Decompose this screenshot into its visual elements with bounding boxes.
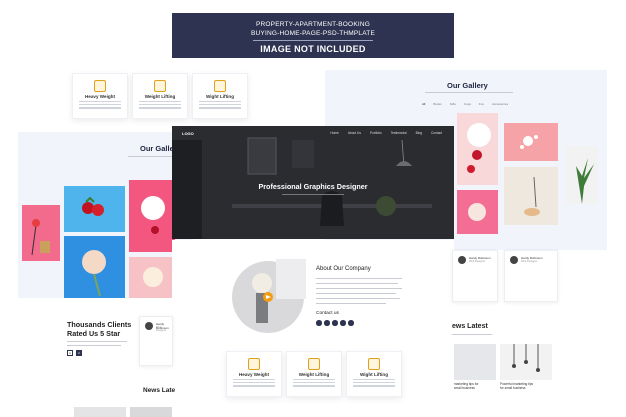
tab-accessories[interactable]: Accessories xyxy=(492,102,508,106)
testimonial-role: Web Designer xyxy=(156,326,167,332)
gallery-photo[interactable] xyxy=(64,186,125,232)
service-card-wight[interactable]: Wight Lifting xyxy=(192,73,248,119)
contact-label: Contact us xyxy=(316,311,339,316)
news-title-left: News Late xyxy=(143,387,176,394)
dumbbell-icon xyxy=(94,80,106,92)
testimonials-heading: Thousands Clients Rated Us 5 Star xyxy=(67,320,131,338)
news-photo[interactable] xyxy=(454,344,496,380)
nav-home[interactable]: Home xyxy=(330,131,339,135)
about-section xyxy=(172,240,454,348)
banner-line-1: PROPERTY-APARTMENT-BOOKING xyxy=(255,21,371,28)
facebook-icon[interactable] xyxy=(316,320,322,326)
twitter-icon[interactable] xyxy=(324,320,330,326)
gallery-tabs: All Books Gifts Cups Fox Accessories xyxy=(422,102,508,106)
news-caption: marketing tips for small business xyxy=(454,382,479,390)
gallery-photo[interactable] xyxy=(566,146,598,204)
banner-line-2: BUYING-HOME-PAGE-PSD-THMPLATE xyxy=(250,30,375,37)
service-card-heavy[interactable]: Heavy Weight xyxy=(72,73,128,119)
hero-subtitle-line xyxy=(282,194,344,196)
dumbbell-icon xyxy=(248,358,260,370)
instagram-icon[interactable] xyxy=(332,320,338,326)
linkedin-icon[interactable] xyxy=(340,320,346,326)
tab-all[interactable]: All xyxy=(422,102,425,106)
tab-books[interactable]: Books xyxy=(433,102,441,106)
youtube-icon[interactable] xyxy=(348,320,354,326)
avatar xyxy=(145,322,153,330)
gallery-title-left: Our Galle xyxy=(140,144,174,153)
gallery-photo[interactable] xyxy=(22,205,60,261)
title-banner: PROPERTY-APARTMENT-BOOKING BUYING-HOME-P… xyxy=(172,13,454,58)
service-card-lifting[interactable]: Weight Lifting xyxy=(132,73,188,119)
avatar xyxy=(510,256,518,264)
news-photo[interactable] xyxy=(500,344,552,380)
testimonial-role: Web Designer xyxy=(469,260,486,263)
testimonial-card: Hardy Robinson Web Designer xyxy=(452,250,498,302)
banner-divider xyxy=(253,40,373,41)
barbell-icon xyxy=(368,358,380,370)
template-preview-canvas: PROPERTY-APARTMENT-BOOKING BUYING-HOME-P… xyxy=(0,0,626,417)
service-title: Heavy Weight xyxy=(238,372,270,377)
pager-1[interactable]: 1 xyxy=(67,350,73,356)
service-title: Weight Lifting xyxy=(144,94,176,99)
gallery-photo[interactable] xyxy=(64,236,125,298)
hero-section: LOGO Home About Us Portfolio Testimonial… xyxy=(172,126,454,239)
news-photo[interactable] xyxy=(130,407,172,417)
gallery-photo[interactable] xyxy=(504,167,558,225)
nav-blog[interactable]: Blog xyxy=(416,131,422,135)
barbell-icon xyxy=(214,80,226,92)
hero-headline: Professional Graphics Designer xyxy=(258,182,368,191)
nav-about[interactable]: About Us xyxy=(348,131,361,135)
hero-nav: LOGO Home About Us Portfolio Testimonial… xyxy=(172,126,454,140)
nav-portfolio[interactable]: Portfolio xyxy=(370,131,382,135)
testimonial-role: Web Designer xyxy=(521,260,538,263)
gallery-title-right: Our Gallery xyxy=(447,81,488,90)
weight-icon xyxy=(154,80,166,92)
gallery-photo[interactable] xyxy=(457,113,498,185)
gallery-photo[interactable] xyxy=(457,190,498,234)
nav-contact[interactable]: Contact xyxy=(431,131,442,135)
site-logo[interactable]: LOGO xyxy=(182,131,194,136)
gallery-photo[interactable] xyxy=(129,180,175,252)
service-card-wight[interactable]: Wight Lifting xyxy=(346,351,402,397)
service-title: Heavy Weight xyxy=(84,94,116,99)
tab-fox[interactable]: Fox xyxy=(479,102,484,106)
service-title: Wight Lifting xyxy=(359,372,389,377)
nav-testimonial[interactable]: Testimonial xyxy=(391,131,407,135)
testimonials-heading-line2: Rated Us 5 Star xyxy=(67,329,121,338)
testimonial-card: Hardy Robinson Web Designer xyxy=(504,250,558,302)
avatar xyxy=(458,256,466,264)
testimonial-card: Hardy Robinson Web Designer xyxy=(139,316,173,366)
service-title: Wight Lifting xyxy=(205,94,235,99)
gallery-photo[interactable] xyxy=(504,123,558,161)
service-card-lifting[interactable]: Weight Lifting xyxy=(286,351,342,397)
service-title: Weight Lifting xyxy=(298,372,330,377)
banner-notice: IMAGE NOT INCLUDED xyxy=(260,44,366,54)
tab-gifts[interactable]: Gifts xyxy=(450,102,456,106)
tab-cups[interactable]: Cups xyxy=(464,102,471,106)
news-caption: Powerful marketing tips for small busine… xyxy=(500,382,534,390)
weight-icon xyxy=(308,358,320,370)
about-image xyxy=(232,259,306,333)
news-title-right: ews Latest xyxy=(452,323,488,330)
testimonials-heading-line1: Thousands Clients xyxy=(67,320,132,329)
service-card-heavy[interactable]: Heavy Weight xyxy=(226,351,282,397)
about-title: About Our Company xyxy=(316,266,371,272)
pager-2[interactable]: 2 xyxy=(76,350,82,356)
gallery-photo[interactable] xyxy=(129,257,175,298)
news-photo[interactable] xyxy=(74,407,126,417)
